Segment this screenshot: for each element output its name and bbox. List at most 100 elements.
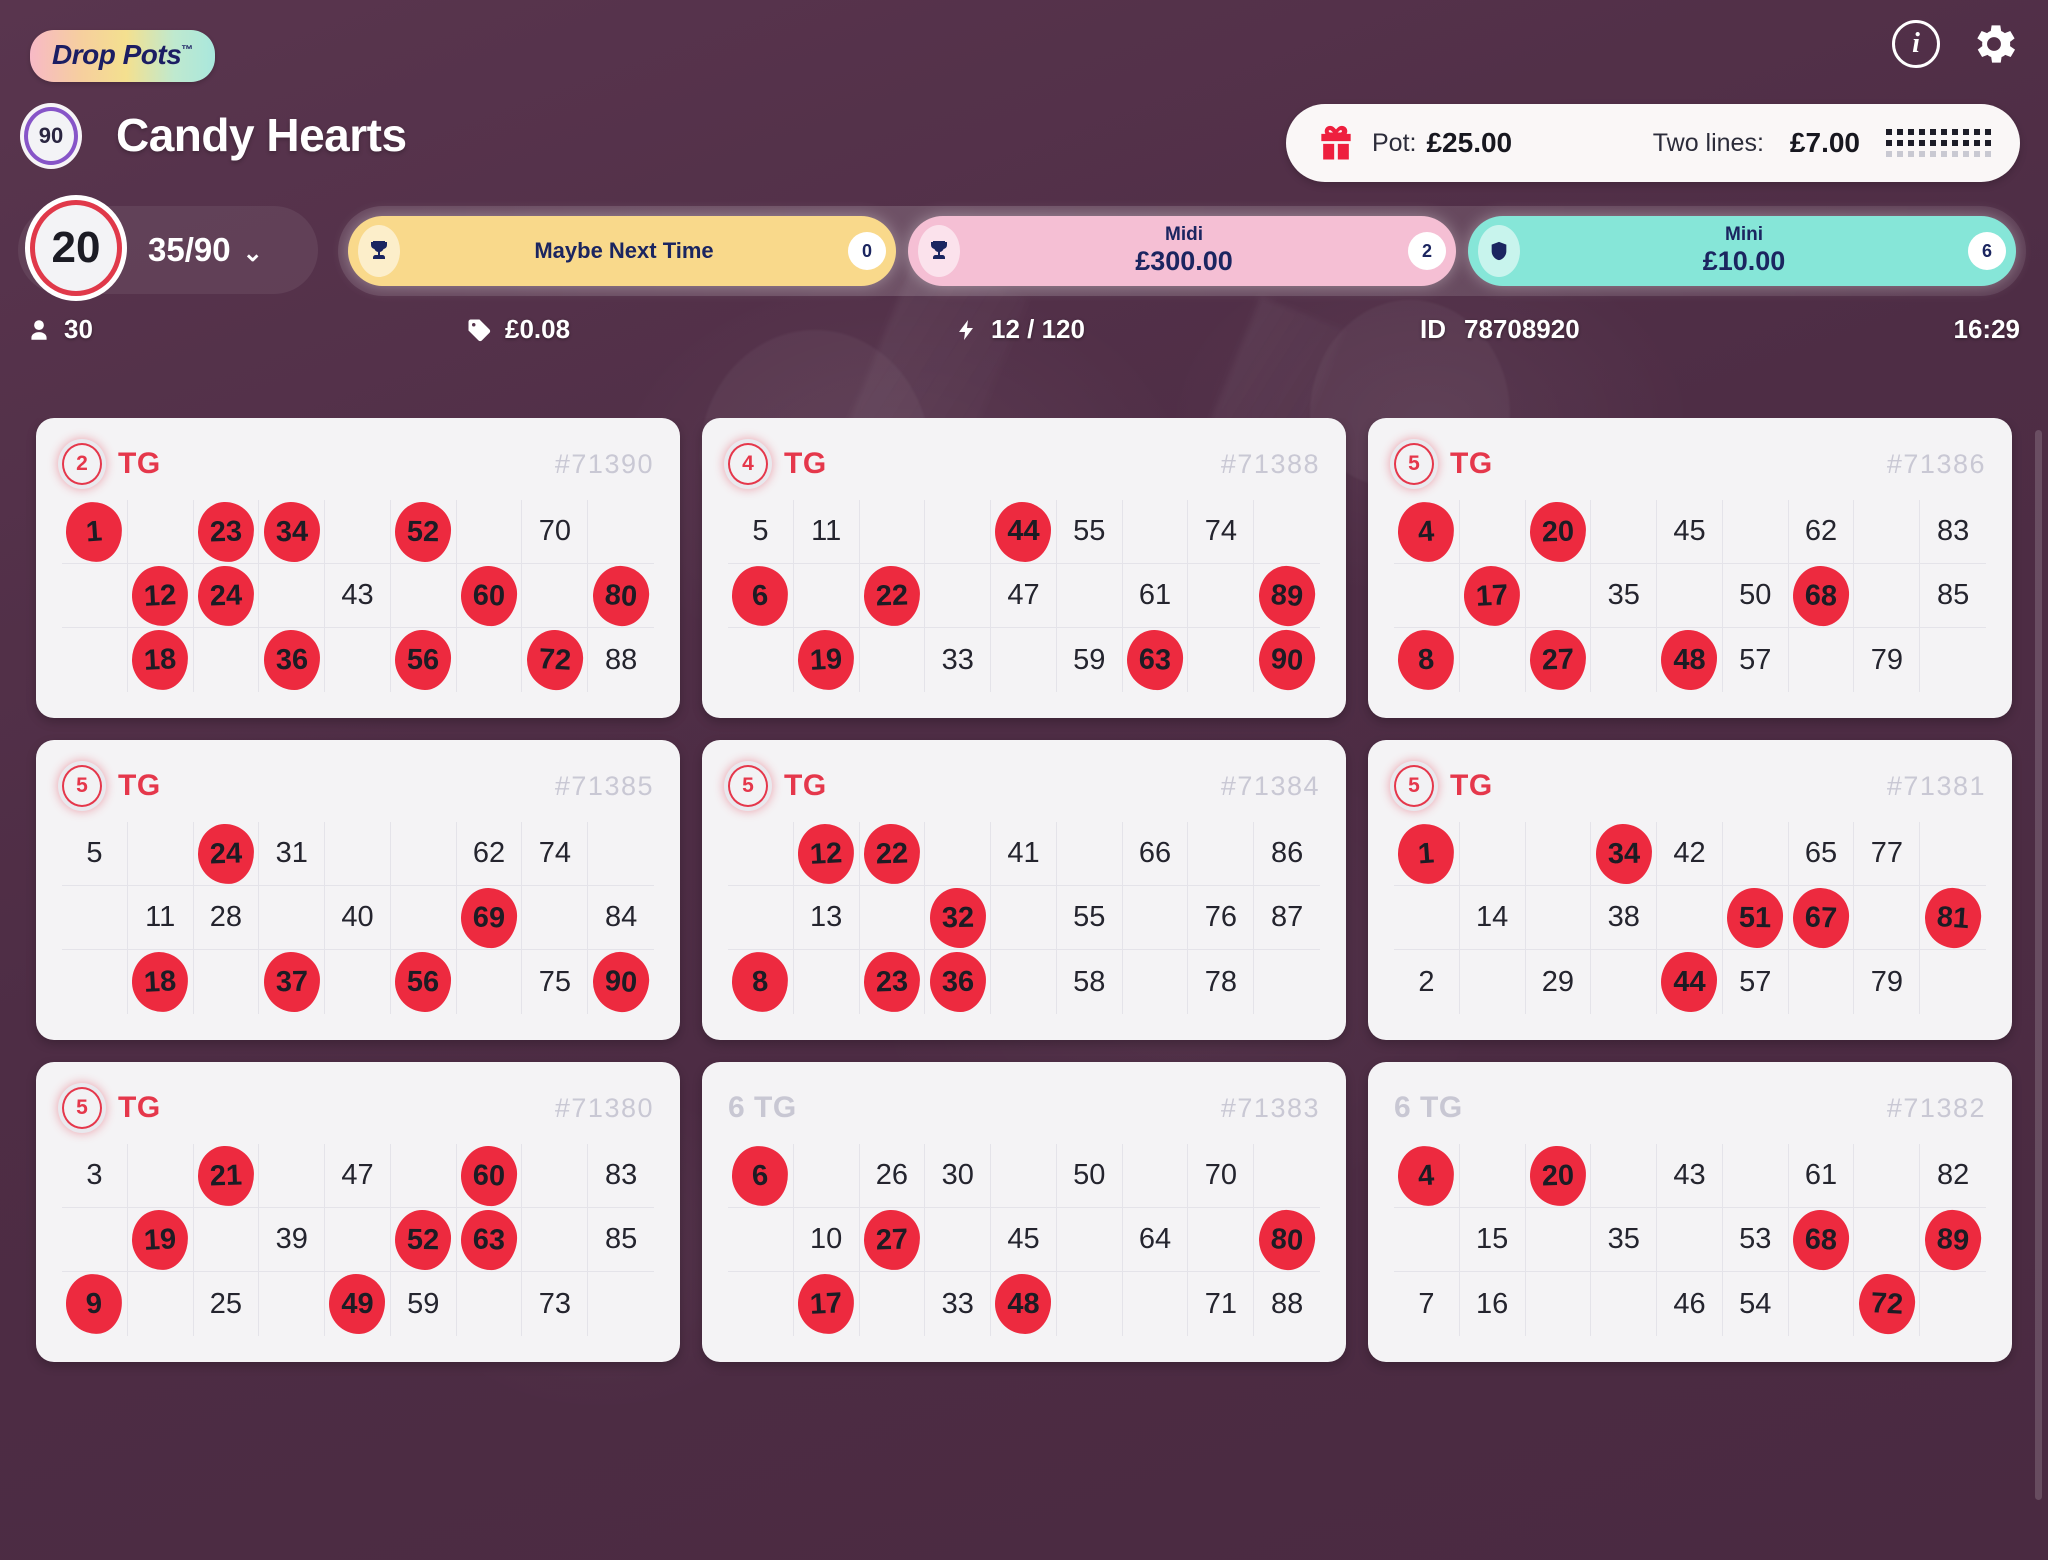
ticket-cell-marked[interactable]: 34 <box>259 500 325 564</box>
ticket-cell-marked[interactable]: 80 <box>588 564 654 628</box>
ticket-cell-marked[interactable]: 8 <box>728 950 794 1014</box>
ticket-cell-marked[interactable]: 90 <box>588 950 654 1014</box>
ticket-cell-marked[interactable]: 18 <box>128 628 194 692</box>
ticket-cell[interactable]: 28 <box>194 886 260 950</box>
ticket-cell[interactable]: 47 <box>325 1144 391 1208</box>
ticket-cell[interactable]: 5 <box>62 822 128 886</box>
ticket-cell-marked[interactable]: 81 <box>1920 886 1986 950</box>
ticket-cell[interactable]: 35 <box>1591 564 1657 628</box>
ticket-cell[interactable]: 42 <box>1657 822 1723 886</box>
ticket-cell-marked[interactable]: 49 <box>325 1272 391 1336</box>
ticket-cell-marked[interactable]: 27 <box>860 1208 926 1272</box>
ticket-cell-marked[interactable]: 89 <box>1254 564 1320 628</box>
ticket-cell-marked[interactable]: 37 <box>259 950 325 1014</box>
ticket-cell[interactable]: 76 <box>1188 886 1254 950</box>
ticket-cell-marked[interactable]: 36 <box>925 950 991 1014</box>
ticket-cell[interactable]: 38 <box>1591 886 1657 950</box>
ticket-cell-marked[interactable]: 52 <box>391 500 457 564</box>
ticket-cell-marked[interactable]: 4 <box>1394 500 1460 564</box>
bingo-ticket[interactable]: 6 TG#7138362630507010274564801733487188 <box>702 1062 1346 1362</box>
ticket-cell-marked[interactable]: 48 <box>1657 628 1723 692</box>
ticket-cell[interactable]: 62 <box>1789 500 1855 564</box>
bingo-ticket[interactable]: 5TG#7138552431627411284069841837567590 <box>36 740 680 1040</box>
ticket-cell-marked[interactable]: 36 <box>259 628 325 692</box>
ticket-cell-marked[interactable]: 1 <box>1394 822 1460 886</box>
ticket-cell-marked[interactable]: 6 <box>728 1144 794 1208</box>
ticket-cell[interactable]: 30 <box>925 1144 991 1208</box>
ticket-cell[interactable]: 74 <box>522 822 588 886</box>
ticket-cell-marked[interactable]: 1 <box>62 500 128 564</box>
ticket-cell-marked[interactable]: 32 <box>925 886 991 950</box>
ticket-cell[interactable]: 79 <box>1854 628 1920 692</box>
ticket-cell-marked[interactable]: 4 <box>1394 1144 1460 1208</box>
ticket-cell-marked[interactable]: 69 <box>457 886 523 950</box>
ticket-cell[interactable]: 55 <box>1057 500 1123 564</box>
ticket-cell[interactable]: 55 <box>1057 886 1123 950</box>
ticket-cell[interactable]: 59 <box>391 1272 457 1336</box>
ticket-cell-marked[interactable]: 80 <box>1254 1208 1320 1272</box>
ticket-cell[interactable]: 70 <box>1188 1144 1254 1208</box>
ticket-cell[interactable]: 33 <box>925 1272 991 1336</box>
tickets-area[interactable]: 2TG#71390123345270122443608018365672884T… <box>0 418 2048 1560</box>
ticket-cell[interactable]: 61 <box>1123 564 1189 628</box>
ticket-cell-marked[interactable]: 22 <box>860 564 926 628</box>
ticket-cell[interactable]: 85 <box>1920 564 1986 628</box>
ticket-cell-marked[interactable]: 56 <box>391 628 457 692</box>
ticket-cell[interactable]: 77 <box>1854 822 1920 886</box>
ticket-cell[interactable]: 25 <box>194 1272 260 1336</box>
ticket-cell[interactable]: 26 <box>860 1144 926 1208</box>
ticket-cell[interactable]: 85 <box>588 1208 654 1272</box>
chevron-down-icon[interactable]: ⌄ <box>243 239 263 268</box>
ticket-cell[interactable]: 65 <box>1789 822 1855 886</box>
ticket-cell-marked[interactable]: 20 <box>1526 1144 1592 1208</box>
ticket-cell[interactable]: 79 <box>1854 950 1920 1014</box>
ticket-cell[interactable]: 43 <box>1657 1144 1723 1208</box>
ticket-cell[interactable]: 11 <box>128 886 194 950</box>
ticket-cell[interactable]: 39 <box>259 1208 325 1272</box>
ticket-cell-marked[interactable]: 90 <box>1254 628 1320 692</box>
ticket-cell[interactable]: 66 <box>1123 822 1189 886</box>
ticket-cell-marked[interactable]: 56 <box>391 950 457 1014</box>
ticket-cell[interactable]: 13 <box>794 886 860 950</box>
ticket-cell-marked[interactable]: 67 <box>1789 886 1855 950</box>
ticket-cell-marked[interactable]: 60 <box>457 1144 523 1208</box>
info-icon[interactable]: i <box>1892 20 1940 68</box>
jackpot-pill-midi[interactable]: Midi £300.00 2 <box>908 216 1456 286</box>
ticket-cell[interactable]: 74 <box>1188 500 1254 564</box>
ticket-cell-marked[interactable]: 48 <box>991 1272 1057 1336</box>
ticket-cell-marked[interactable]: 19 <box>128 1208 194 1272</box>
ticket-cell[interactable]: 46 <box>1657 1272 1723 1336</box>
ticket-cell[interactable]: 57 <box>1723 950 1789 1014</box>
jackpot-pill-mini[interactable]: Mini £10.00 6 <box>1468 216 2016 286</box>
ticket-cell[interactable]: 2 <box>1394 950 1460 1014</box>
ticket-cell[interactable]: 83 <box>1920 500 1986 564</box>
ticket-cell-marked[interactable]: 72 <box>522 628 588 692</box>
ticket-cell-marked[interactable]: 21 <box>194 1144 260 1208</box>
ticket-cell[interactable]: 83 <box>588 1144 654 1208</box>
ticket-cell[interactable]: 62 <box>457 822 523 886</box>
ticket-cell-marked[interactable]: 68 <box>1789 1208 1855 1272</box>
jackpot-pill-maybe-next-time[interactable]: Maybe Next Time 0 <box>348 216 896 286</box>
ticket-cell-marked[interactable]: 8 <box>1394 628 1460 692</box>
ticket-cell[interactable]: 3 <box>62 1144 128 1208</box>
ticket-cell[interactable]: 33 <box>925 628 991 692</box>
ticket-cell-marked[interactable]: 20 <box>1526 500 1592 564</box>
caller-box[interactable]: 20 35/90⌄ <box>18 206 318 294</box>
ticket-cell[interactable]: 64 <box>1123 1208 1189 1272</box>
bingo-ticket[interactable]: 5TG#7138412224166861332557687823365878 <box>702 740 1346 1040</box>
call-progress[interactable]: 35/90⌄ <box>148 231 263 269</box>
ticket-cell[interactable]: 41 <box>991 822 1057 886</box>
ticket-cell[interactable]: 73 <box>522 1272 588 1336</box>
bingo-ticket[interactable]: 4TG#713885114455746224761891933596390 <box>702 418 1346 718</box>
ticket-cell[interactable]: 84 <box>588 886 654 950</box>
ticket-cell[interactable]: 45 <box>1657 500 1723 564</box>
vertical-scrollbar[interactable] <box>2035 430 2042 1500</box>
ticket-cell-marked[interactable]: 60 <box>457 564 523 628</box>
ticket-cell[interactable]: 31 <box>259 822 325 886</box>
ticket-cell[interactable]: 11 <box>794 500 860 564</box>
ticket-cell-marked[interactable]: 23 <box>860 950 926 1014</box>
ticket-cell-marked[interactable]: 68 <box>1789 564 1855 628</box>
ticket-cell[interactable]: 75 <box>522 950 588 1014</box>
bingo-ticket[interactable]: 5TG#713803214760831939526385925495973 <box>36 1062 680 1362</box>
bingo-ticket[interactable]: 5TG#713811344265771438516781229445779 <box>1368 740 2012 1040</box>
